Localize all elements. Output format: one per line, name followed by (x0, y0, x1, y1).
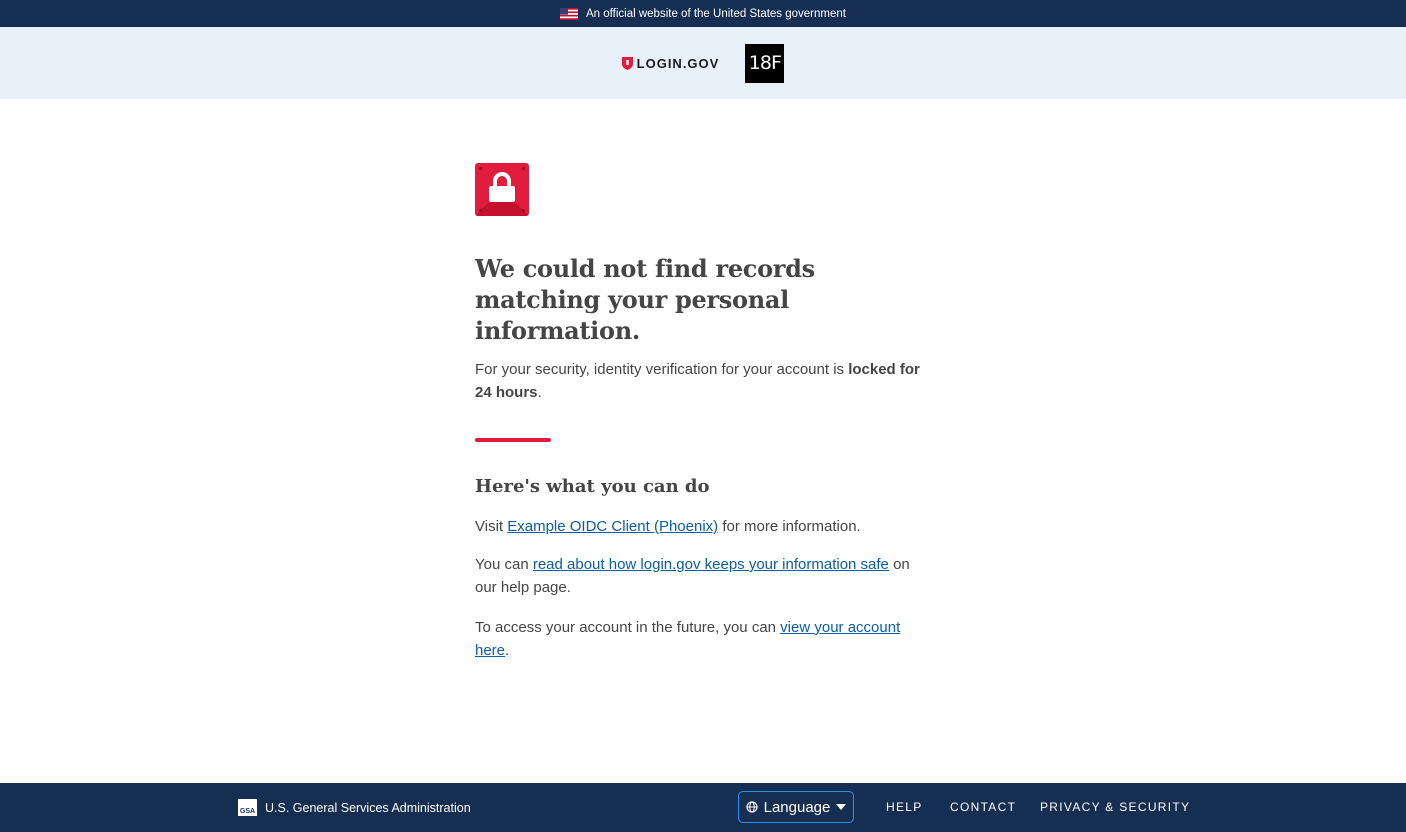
shield-icon (621, 56, 633, 70)
visit-paragraph: Visit Example OIDC Client (Phoenix) for … (475, 518, 861, 535)
official-gov-banner: An official website of the United States… (0, 0, 1406, 27)
lock-icon (475, 163, 529, 216)
footer-privacy-link[interactable]: PRIVACY & SECURITY (1040, 800, 1190, 814)
us-flag-icon (560, 7, 579, 20)
site-header: LOGIN.GOV 18F (0, 27, 1406, 99)
help-paragraph: You can read about how login.gov keeps y… (475, 556, 910, 596)
gsa-logo-icon: GSA (238, 799, 257, 816)
agency-link[interactable]: GSA U.S. General Services Administration (238, 799, 471, 816)
lock-notice: For your security, identity verification… (475, 361, 920, 401)
account-paragraph: To access your account in the future, yo… (475, 619, 901, 659)
gov-banner-text: An official website of the United States… (586, 7, 846, 20)
caret-down-icon (836, 804, 847, 810)
main-content: We could not find records matching your … (475, 163, 935, 662)
language-button[interactable]: Language (738, 791, 854, 823)
globe-icon (746, 801, 758, 813)
site-footer: GSA U.S. General Services Administration… (0, 783, 1406, 832)
service-provider-link[interactable]: Example OIDC Client (Phoenix) (507, 518, 718, 535)
page-title: We could not find records matching your … (475, 254, 815, 345)
section-divider (475, 438, 551, 442)
language-label: Language (763, 798, 831, 816)
logo-text: LOGIN.GOV (636, 55, 720, 71)
footer-help-link[interactable]: HELP (886, 800, 923, 814)
agency-name: U.S. General Services Administration (265, 800, 471, 815)
footer-contact-link[interactable]: CONTACT (950, 800, 1016, 814)
login-gov-logo[interactable]: LOGIN.GOV (621, 55, 720, 71)
section-heading: Here's what you can do (475, 476, 710, 497)
security-info-link[interactable]: read about how login.gov keeps your info… (533, 556, 889, 573)
partner-logo: 18F (745, 43, 785, 83)
